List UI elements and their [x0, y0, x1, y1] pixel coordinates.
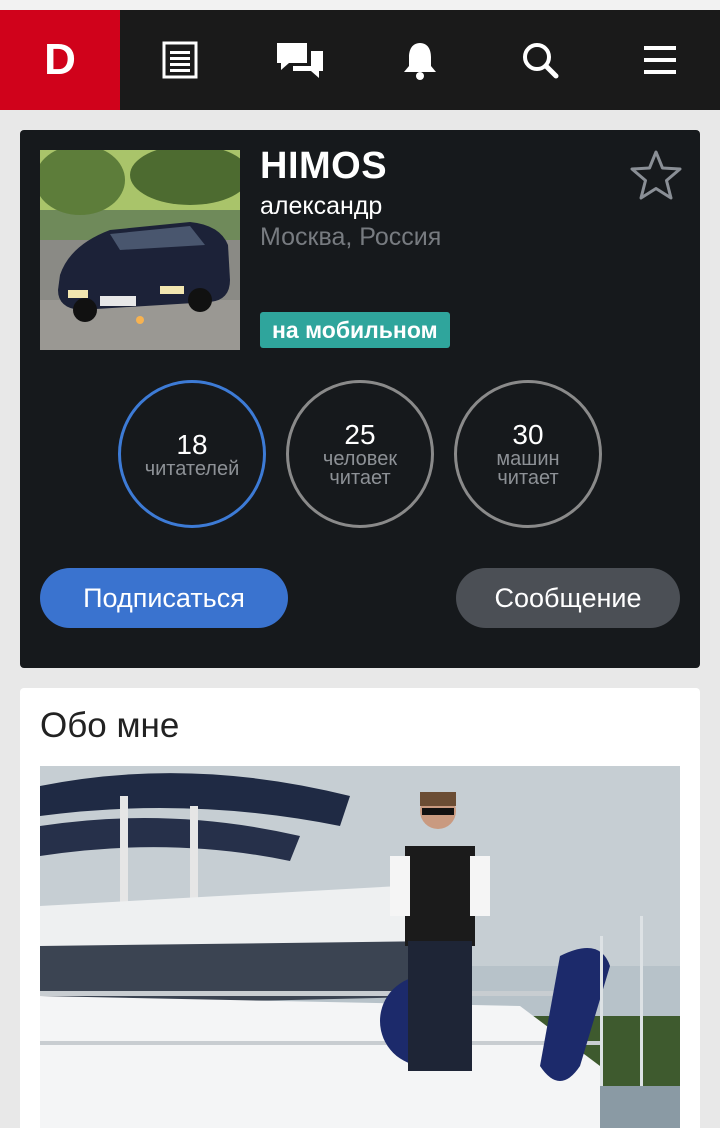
chat-icon — [277, 43, 323, 78]
menu-icon — [644, 46, 676, 74]
avatar[interactable] — [40, 150, 240, 350]
car-photo — [40, 150, 240, 350]
feed-button[interactable] — [120, 10, 240, 110]
search-button[interactable] — [480, 10, 600, 110]
drive2-logo[interactable]: D — [0, 10, 120, 110]
profile-card: HIMOS александр Москва, Россия на мобиль… — [20, 130, 700, 668]
bell-icon — [404, 43, 436, 80]
status-bar-strip — [0, 0, 720, 10]
about-title: Обо мне — [40, 706, 180, 745]
stat-value: 18 — [176, 428, 208, 460]
star-icon — [630, 150, 682, 200]
mobile-status-badge: на мобильном — [260, 312, 450, 348]
real-name: александр — [260, 192, 383, 220]
location: Москва, Россия — [260, 223, 442, 251]
subscribe-button[interactable]: Подписаться — [40, 568, 288, 628]
top-navbar: D — [0, 10, 720, 110]
messages-button[interactable] — [240, 10, 360, 110]
stat-value: 30 — [512, 419, 544, 450]
stat-followers[interactable]: 18 читателей — [118, 380, 266, 528]
notifications-button[interactable] — [360, 10, 480, 110]
favorite-button[interactable] — [628, 148, 684, 204]
stat-label-2: читает — [329, 467, 391, 489]
search-icon — [523, 43, 559, 79]
stat-label-2: читает — [497, 467, 559, 489]
stat-following-cars[interactable]: 30 машин читает — [454, 380, 602, 528]
message-button[interactable]: Сообщение — [456, 568, 680, 628]
yacht-photo — [40, 766, 680, 1128]
feed-icon — [162, 41, 198, 79]
stat-value: 25 — [344, 419, 376, 450]
menu-button[interactable] — [600, 10, 720, 110]
about-photo[interactable] — [40, 766, 680, 1128]
about-card: Обо мне — [20, 688, 700, 1128]
stat-label: читателей — [144, 457, 240, 480]
username: HIMOS — [260, 145, 388, 187]
stat-following-people[interactable]: 25 человек читает — [286, 380, 434, 528]
